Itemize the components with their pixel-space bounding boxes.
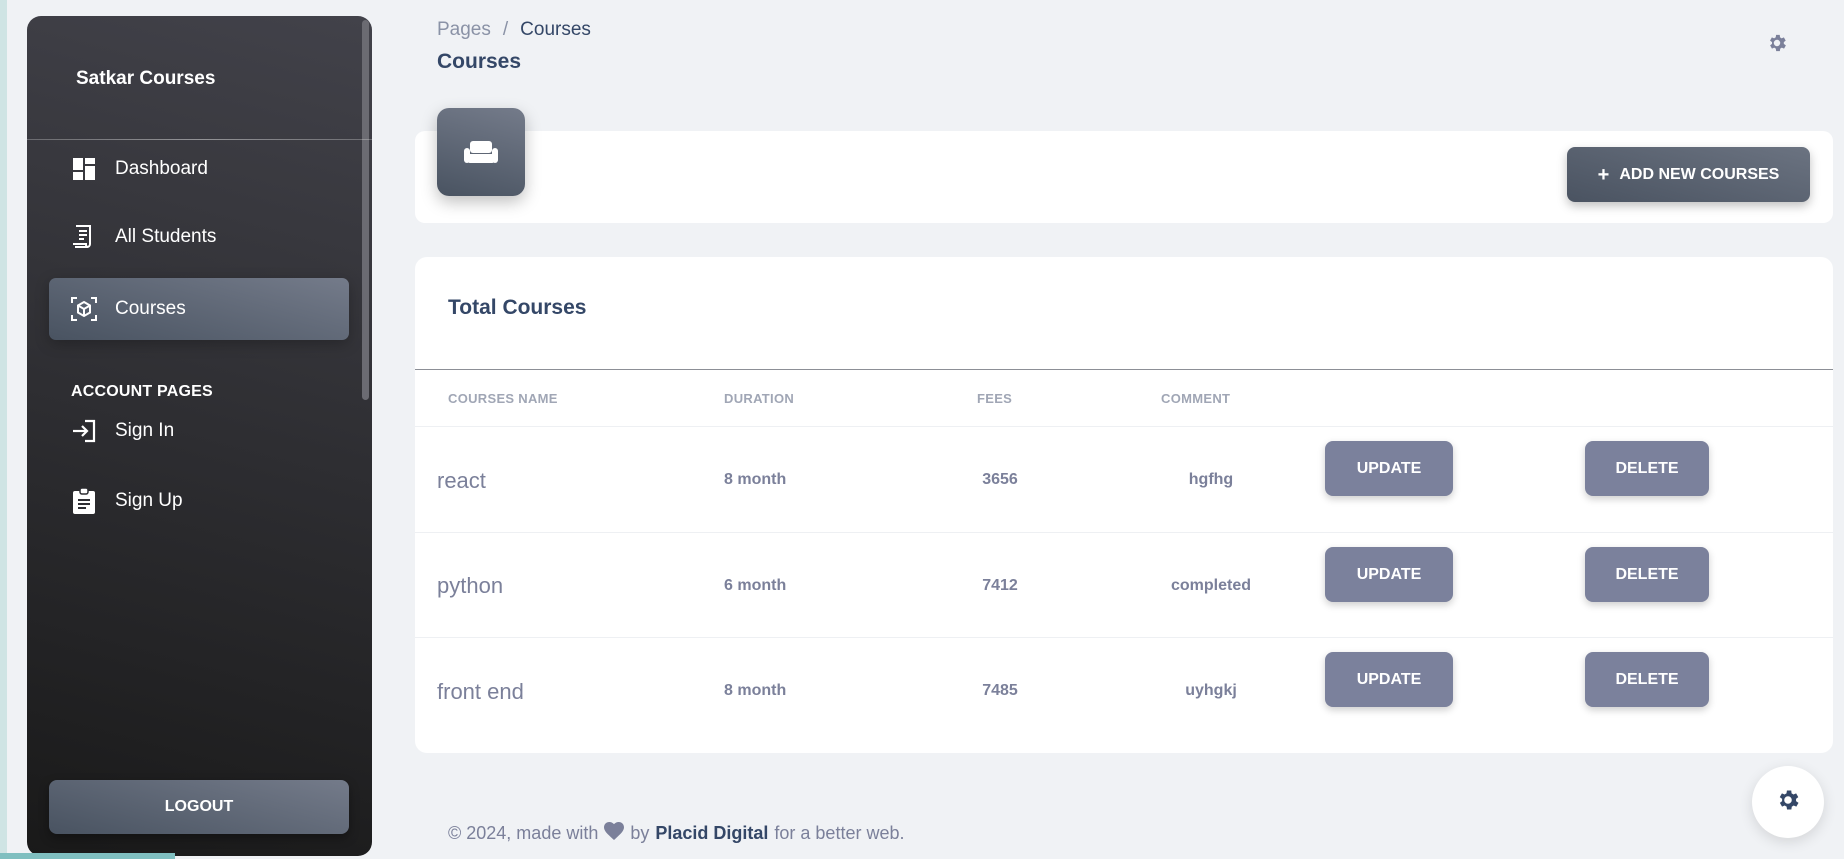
- footer-company-link[interactable]: Placid Digital: [655, 823, 768, 844]
- dashboard-icon: [71, 156, 97, 182]
- course-name: react: [437, 468, 486, 493]
- gear-icon[interactable]: [1766, 32, 1790, 56]
- sidebar-item-courses[interactable]: Courses: [49, 278, 349, 340]
- page-title: Courses: [437, 50, 522, 73]
- course-name: front end: [437, 679, 524, 704]
- brand-name[interactable]: Satkar Courses: [76, 68, 215, 90]
- add-new-courses-button[interactable]: + ADD NEW COURSES: [1567, 147, 1810, 202]
- login-icon: [71, 418, 97, 444]
- column-header-duration: DURATION: [724, 391, 795, 406]
- course-fees: 3656: [982, 471, 1018, 488]
- footer-prefix: © 2024, made with: [448, 823, 599, 843]
- course-duration: 6 month: [724, 577, 787, 594]
- sidebar-item-sign-up[interactable]: Sign Up: [49, 470, 349, 532]
- update-button[interactable]: UPDATE: [1325, 652, 1453, 707]
- heart-icon: [604, 822, 625, 845]
- section-title-account-pages: ACCOUNT PAGES: [71, 383, 213, 400]
- course-duration: 8 month: [724, 682, 787, 699]
- courses-table-card: Total Courses COURSES NAME DURATION FEES…: [415, 257, 1833, 753]
- logout-button[interactable]: LOGOUT: [49, 780, 349, 834]
- footer-suffix: for a better web.: [774, 823, 905, 843]
- weekend-icon: [437, 108, 525, 196]
- delete-button[interactable]: DELETE: [1585, 441, 1709, 496]
- breadcrumb-current: Courses: [520, 19, 591, 40]
- assignment-icon: [71, 488, 97, 514]
- sidebar-item-label: Dashboard: [115, 158, 208, 179]
- footer: © 2024, made with by Placid Digital for …: [448, 822, 904, 845]
- table-divider: [415, 369, 1833, 370]
- plus-icon: +: [1597, 163, 1610, 186]
- window-edge-strip: [0, 0, 7, 859]
- breadcrumb-separator: /: [502, 19, 509, 40]
- sidebar-item-label: All Students: [115, 226, 217, 247]
- course-fees: 7412: [982, 577, 1018, 594]
- footer-by: by: [630, 823, 650, 843]
- column-header-fees: FEES: [977, 391, 1013, 406]
- row-separator: [415, 426, 1833, 427]
- window-edge-strip-bottom: [0, 853, 175, 859]
- sidebar-item-all-students[interactable]: All Students: [49, 206, 349, 268]
- row-separator: [415, 637, 1833, 638]
- gear-icon: [1775, 787, 1801, 818]
- update-button[interactable]: UPDATE: [1325, 547, 1453, 602]
- delete-button[interactable]: DELETE: [1585, 547, 1709, 602]
- add-new-courses-label: ADD NEW COURSES: [1619, 165, 1780, 183]
- sidebar-item-dashboard[interactable]: Dashboard: [49, 138, 349, 200]
- delete-button[interactable]: DELETE: [1585, 652, 1709, 707]
- view-in-ar-icon: [71, 296, 97, 322]
- course-fees: 7485: [982, 682, 1018, 699]
- course-comment: uyhgkj: [1185, 682, 1237, 699]
- course-comment: hgfhg: [1188, 471, 1234, 488]
- course-name: python: [437, 573, 504, 598]
- course-comment: completed: [1170, 577, 1251, 594]
- column-header-courses-name: COURSES NAME: [448, 391, 558, 406]
- sidebar-item-label: Courses: [115, 298, 186, 319]
- breadcrumb-root[interactable]: Pages: [437, 19, 491, 41]
- row-separator: [415, 532, 1833, 533]
- sidebar: Satkar Courses Dashboard All Students Co…: [27, 16, 372, 856]
- sidebar-item-sign-in[interactable]: Sign In: [49, 400, 349, 462]
- sidebar-scrollbar[interactable]: [362, 20, 369, 400]
- course-duration: 8 month: [724, 471, 787, 488]
- sidebar-item-label: Sign Up: [115, 490, 183, 511]
- sidebar-item-label: Sign In: [115, 420, 175, 441]
- column-header-comment: COMMENT: [1161, 391, 1231, 406]
- update-button[interactable]: UPDATE: [1325, 441, 1453, 496]
- receipt-icon: [71, 224, 97, 250]
- configurator-button[interactable]: [1752, 766, 1824, 838]
- breadcrumb: Pages / Courses: [437, 19, 591, 41]
- table-title: Total Courses: [448, 296, 587, 319]
